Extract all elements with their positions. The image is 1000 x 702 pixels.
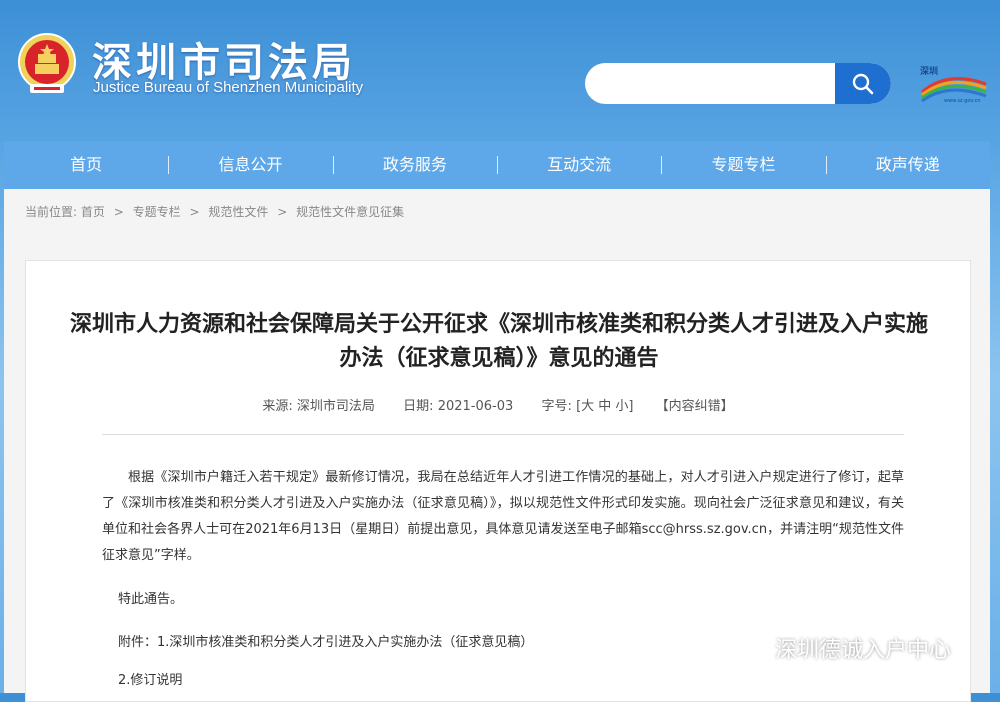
search-icon	[852, 73, 874, 95]
shenzhen-logo-url: www.sz.gov.cn	[944, 98, 981, 104]
national-emblem-icon[interactable]	[16, 32, 78, 96]
notice-end: 特此通告。	[118, 592, 184, 607]
search-box	[585, 63, 891, 104]
nav-item-gov-services[interactable]: 政务服务	[332, 141, 497, 189]
search-input[interactable]	[599, 71, 833, 97]
nav-item-info-disclosure[interactable]: 信息公开	[168, 141, 332, 189]
breadcrumb: 当前位置: 首页 > 专题专栏 > 规范性文件 > 规范性文件意见征集	[25, 203, 404, 220]
main-nav: 首页 信息公开 政务服务 互动交流 专题专栏 政声传递	[4, 141, 990, 189]
search-button[interactable]	[835, 63, 891, 104]
date-value: 2021-06-03	[437, 399, 514, 414]
wechat-icon	[725, 638, 761, 665]
breadcrumb-normative-docs[interactable]: 规范性文件	[208, 205, 268, 219]
breadcrumb-opinion-collection[interactable]: 规范性文件意见征集	[296, 205, 404, 219]
site-header: 深圳市司法局 Justice Bureau of Shenzhen Munici…	[0, 0, 1000, 140]
nav-item-interaction[interactable]: 互动交流	[496, 141, 661, 189]
breadcrumb-special-topics[interactable]: 专题专栏	[133, 205, 181, 219]
shenzhen-logo-icon[interactable]: 深圳 www.sz.gov.cn	[918, 62, 990, 108]
breadcrumb-separator: >	[189, 205, 200, 219]
report-error-link[interactable]: 【内容纠错】	[656, 399, 734, 414]
attachment-2-link[interactable]: 2.修订说明	[118, 669, 182, 688]
article-meta: 来源: 深圳市司法局 日期: 2021-06-03 字号: [大 中 小] 【内…	[26, 395, 970, 414]
breadcrumb-home[interactable]: 首页	[81, 205, 105, 219]
nav-item-special-topics[interactable]: 专题专栏	[661, 141, 825, 189]
article-body: 根据《深圳市户籍迁入若干规定》最新修订情况，我局在总结近年人才引进工作情况的基础…	[102, 465, 904, 569]
article-title: 深圳市人力资源和社会保障局关于公开征求《深圳市核准类和积分类人才引进及入户实施办…	[69, 311, 928, 371]
font-size-controls[interactable]: [大 中 小]	[576, 399, 633, 414]
source-value: 深圳市司法局	[296, 399, 375, 414]
meta-divider	[102, 434, 904, 435]
breadcrumb-separator: >	[277, 205, 288, 219]
font-size-label: 字号:	[541, 399, 572, 414]
source-label: 来源:	[262, 399, 293, 414]
nav-item-gov-voice[interactable]: 政声传递	[825, 141, 990, 189]
breadcrumb-separator: >	[113, 205, 124, 219]
wechat-watermark: 深圳德诚入户中心	[724, 632, 951, 665]
site-name-en: Justice Bureau of Shenzhen Municipality	[93, 79, 364, 96]
shenzhen-logo-text: 深圳	[920, 67, 939, 77]
nav-item-home[interactable]: 首页	[4, 141, 168, 189]
breadcrumb-prefix: 当前位置:	[25, 205, 78, 219]
body-paragraph: 根据《深圳市户籍迁入若干规定》最新修订情况，我局在总结近年人才引进工作情况的基础…	[102, 470, 904, 563]
content-panel: 当前位置: 首页 > 专题专栏 > 规范性文件 > 规范性文件意见征集 深圳市人…	[4, 189, 990, 702]
watermark-text: 深圳德诚入户中心	[775, 638, 952, 663]
attachment-1-link[interactable]: 附件：1.深圳市核准类和积分类人才引进及入户实施办法（征求意见稿）	[118, 631, 533, 650]
date-label: 日期:	[403, 399, 434, 414]
